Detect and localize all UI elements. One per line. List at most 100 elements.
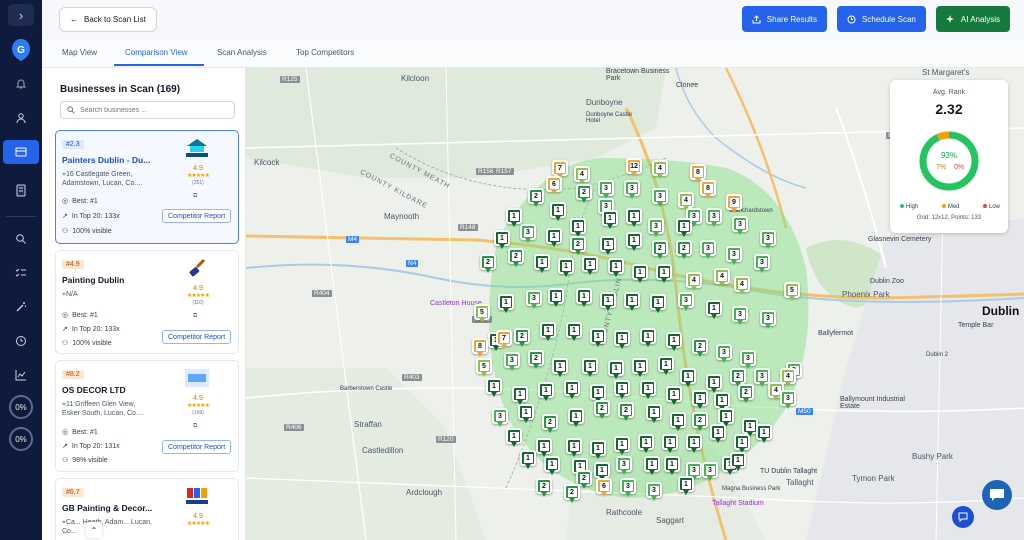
rank-pin[interactable]: 1 xyxy=(506,428,522,448)
tools-button[interactable] xyxy=(3,295,39,319)
rank-pin[interactable]: 2 xyxy=(564,484,580,504)
rank-pin[interactable]: 1 xyxy=(734,434,750,454)
rank-pin[interactable]: 1 xyxy=(646,404,662,424)
rank-pin[interactable]: 1 xyxy=(658,356,674,376)
usage-meter-2[interactable]: 0% xyxy=(9,427,33,451)
rank-pin[interactable]: 1 xyxy=(664,456,680,476)
business-card[interactable]: #6.7 GB Painting & Decor... ⌖Ca... Heath… xyxy=(55,478,239,540)
rank-pin[interactable]: 1 xyxy=(686,434,702,454)
rank-pin[interactable]: 1 xyxy=(536,438,552,458)
rank-pin[interactable]: 6 xyxy=(596,478,612,498)
rank-pin[interactable]: 3 xyxy=(598,180,614,200)
rank-pin[interactable]: 1 xyxy=(552,358,568,378)
rank-pin[interactable]: 4 xyxy=(714,268,730,288)
rank-pin[interactable]: 4 xyxy=(652,160,668,180)
rank-pin[interactable]: 3 xyxy=(716,344,732,364)
rank-pin[interactable]: 1 xyxy=(590,328,606,348)
tab-map-view[interactable]: Map View xyxy=(62,48,97,57)
rank-pin[interactable]: 1 xyxy=(564,380,580,400)
rank-pin[interactable]: 3 xyxy=(760,310,776,330)
rank-pin[interactable]: 5 xyxy=(474,304,490,324)
ai-analysis-button[interactable]: AI Analysis xyxy=(935,6,1010,32)
usage-meter-1[interactable]: 0% xyxy=(9,395,33,419)
rank-pin[interactable]: 12 xyxy=(626,158,642,178)
rank-pin[interactable]: 1 xyxy=(590,440,606,460)
rank-pin[interactable]: 2 xyxy=(542,414,558,434)
rank-pin[interactable]: 1 xyxy=(626,232,642,252)
search-nav-button[interactable] xyxy=(3,227,39,251)
competitor-report-button[interactable]: Competitor Report xyxy=(162,209,232,223)
external-link-icon[interactable]: ⧉ xyxy=(193,313,197,320)
business-card[interactable]: #4.9 Painting Dublin ⌖N/A 4.9 ★★★★★ (110… xyxy=(55,250,239,354)
rank-pin[interactable]: 3 xyxy=(624,180,640,200)
rank-pin[interactable]: 3 xyxy=(760,230,776,250)
tab-comparison-view[interactable]: Comparison View xyxy=(125,48,188,57)
rank-pin[interactable]: 1 xyxy=(632,264,648,284)
rank-pin[interactable]: 3 xyxy=(726,246,742,266)
rank-pin[interactable]: 3 xyxy=(678,292,694,312)
rank-pin[interactable]: 2 xyxy=(576,184,592,204)
business-name[interactable]: Painting Dublin xyxy=(62,275,180,285)
rank-pin[interactable]: 3 xyxy=(740,350,756,370)
rank-pin[interactable]: 1 xyxy=(632,358,648,378)
rank-pin[interactable]: 1 xyxy=(644,456,660,476)
rank-pin[interactable]: 3 xyxy=(700,240,716,260)
rank-pin[interactable]: 1 xyxy=(548,288,564,308)
rank-pin[interactable]: 8 xyxy=(700,180,716,200)
rank-pin[interactable]: 1 xyxy=(710,424,726,444)
rank-pin[interactable]: 2 xyxy=(594,400,610,420)
rank-pin[interactable]: 1 xyxy=(706,374,722,394)
tab-scan-analysis[interactable]: Scan Analysis xyxy=(217,48,267,57)
rank-pin[interactable]: 3 xyxy=(492,408,508,428)
map-view[interactable]: Kilcloon Dunboyne Clonee Kilcock Maynoot… xyxy=(246,68,1024,540)
rank-pin[interactable]: 2 xyxy=(480,254,496,274)
rank-pin[interactable]: 2 xyxy=(738,384,754,404)
rank-pin[interactable]: 1 xyxy=(518,404,534,424)
live-chat-button[interactable] xyxy=(982,480,1012,510)
rank-pin[interactable]: 1 xyxy=(544,456,560,476)
external-link-icon[interactable]: ⧉ xyxy=(193,193,197,200)
rank-pin[interactable]: 1 xyxy=(486,378,502,398)
rank-pin[interactable]: 1 xyxy=(602,210,618,230)
rank-pin[interactable]: 2 xyxy=(536,478,552,498)
rank-pin[interactable]: 1 xyxy=(566,438,582,458)
reports-button[interactable] xyxy=(3,363,39,387)
rank-pin[interactable]: 1 xyxy=(650,294,666,314)
rank-pin[interactable]: 1 xyxy=(512,386,528,406)
rank-pin[interactable]: 3 xyxy=(652,188,668,208)
rank-pin[interactable]: 1 xyxy=(566,322,582,342)
rank-pin[interactable]: 2 xyxy=(652,240,668,260)
rank-pin[interactable]: 1 xyxy=(608,258,624,278)
rank-pin[interactable]: 1 xyxy=(538,382,554,402)
expand-rail-button[interactable]: › xyxy=(8,4,34,26)
rank-pin[interactable]: 1 xyxy=(706,300,722,320)
rank-pin[interactable]: 1 xyxy=(756,424,772,444)
rank-pin[interactable]: 2 xyxy=(514,328,530,348)
rank-pin[interactable]: 3 xyxy=(648,218,664,238)
rank-pin[interactable]: 1 xyxy=(614,380,630,400)
rank-pin[interactable]: 8 xyxy=(472,338,488,358)
history-button[interactable] xyxy=(3,329,39,353)
rank-pin[interactable]: 1 xyxy=(494,230,510,250)
competitor-report-button[interactable]: Competitor Report xyxy=(162,440,232,454)
share-results-button[interactable]: Share Results xyxy=(741,6,828,32)
rank-pin[interactable]: 1 xyxy=(624,292,640,312)
tab-top-competitors[interactable]: Top Competitors xyxy=(296,48,354,57)
rank-pin[interactable]: 4 xyxy=(734,276,750,296)
search-input[interactable] xyxy=(80,106,230,114)
rank-pin[interactable]: 1 xyxy=(626,208,642,228)
rank-pin[interactable]: 2 xyxy=(528,350,544,370)
rank-pin[interactable]: 1 xyxy=(614,436,630,456)
rank-pin[interactable]: 1 xyxy=(730,452,746,472)
scans-button[interactable] xyxy=(3,140,39,164)
rank-pin[interactable]: 1 xyxy=(570,218,586,238)
rank-pin[interactable]: 5 xyxy=(784,282,800,302)
rank-pin[interactable]: 1 xyxy=(676,218,692,238)
rank-pin[interactable]: 3 xyxy=(754,254,770,274)
rank-pin[interactable]: 2 xyxy=(692,412,708,432)
rank-pin[interactable]: 1 xyxy=(692,390,708,410)
rank-pin[interactable]: 1 xyxy=(540,322,556,342)
rank-pin[interactable]: 1 xyxy=(550,202,566,222)
rank-pin[interactable]: 1 xyxy=(582,358,598,378)
rank-pin[interactable]: 1 xyxy=(600,292,616,312)
